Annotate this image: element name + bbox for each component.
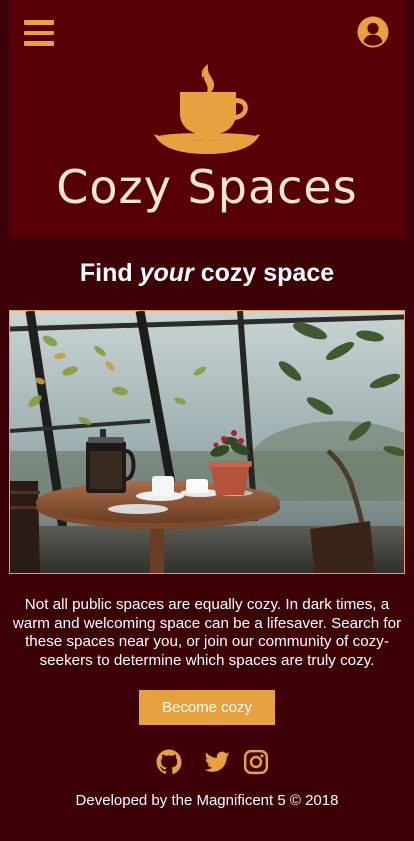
headline-suffix: cozy space [193, 259, 335, 287]
brand-name: Cozy Spaces [56, 160, 358, 214]
twitter-icon[interactable] [204, 749, 230, 775]
headline-prefix: Find [79, 259, 140, 287]
become-cozy-button[interactable]: Become cozy [139, 690, 275, 725]
instagram-icon[interactable] [243, 749, 269, 775]
steaming-coffee-cup-icon [150, 62, 264, 158]
page: Cozy Spaces Find your cozy space Not all… [0, 0, 414, 841]
footer-credit: Developed by the Magnificent 5 © 2018 [75, 792, 339, 809]
github-icon[interactable] [156, 749, 182, 775]
page-headline: Find your cozy space [0, 259, 414, 288]
intro-paragraph: Not all public spaces are equally cozy. … [12, 596, 402, 669]
cafe-photo [9, 310, 405, 574]
social-links [0, 749, 414, 775]
headline-emphasis: your [139, 259, 194, 287]
user-circle-icon[interactable] [357, 16, 389, 48]
hamburger-menu-icon[interactable] [24, 20, 54, 46]
